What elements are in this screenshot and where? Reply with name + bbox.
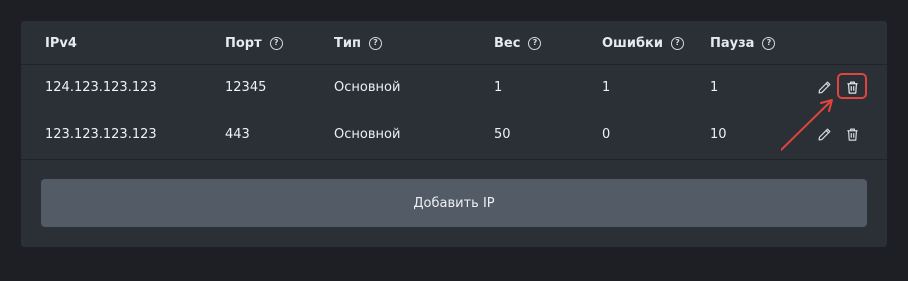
errors-cell: 1 [602,80,611,95]
column-header-pause: Пауза ? [710,35,776,51]
column-header-errors: Ошибки ? [602,35,684,51]
port-cell: 12345 [225,80,267,95]
column-header-label: Ошибки [602,35,663,51]
weight-cell: 50 [494,127,511,142]
pencil-icon[interactable] [815,125,833,143]
column-header-label: IPv4 [45,35,77,51]
pencil-icon[interactable] [815,78,833,96]
column-header-weight: Вес ? [494,35,542,51]
ip-cell: 123.123.123.123 [45,127,157,142]
column-header-label: Тип [334,35,361,51]
table-row: 124.123.123.123 12345 Основной 1 1 1 [21,64,887,113]
trash-icon[interactable] [843,125,861,143]
ip-table-panel: IPv4 Порт ? Тип ? Вес ? Ошибки ? Пауза ?… [21,21,887,247]
pause-cell: 1 [710,80,719,95]
column-header-type: Тип ? [334,35,382,51]
column-header-label: Порт [225,35,262,51]
question-circle-icon[interactable]: ? [762,36,776,50]
question-circle-icon[interactable]: ? [528,36,542,50]
question-circle-icon[interactable]: ? [269,36,283,50]
column-header-ipv4: IPv4 [45,35,77,51]
ip-cell: 124.123.123.123 [45,80,157,95]
column-header-port: Порт ? [225,35,283,51]
column-header-label: Вес [494,35,521,51]
question-circle-icon[interactable]: ? [368,36,382,50]
table-row: 123.123.123.123 443 Основной 50 0 10 [21,112,887,160]
type-cell: Основной [334,127,401,142]
table-header: IPv4 Порт ? Тип ? Вес ? Ошибки ? Пауза ? [21,21,887,65]
question-circle-icon[interactable]: ? [670,36,684,50]
pause-cell: 10 [710,127,727,142]
errors-cell: 0 [602,127,611,142]
column-header-label: Пауза [710,35,755,51]
add-ip-button[interactable]: Добавить IP [41,179,867,227]
weight-cell: 1 [494,80,503,95]
delete-highlight-box [837,73,867,99]
type-cell: Основной [334,80,401,95]
port-cell: 443 [225,127,250,142]
